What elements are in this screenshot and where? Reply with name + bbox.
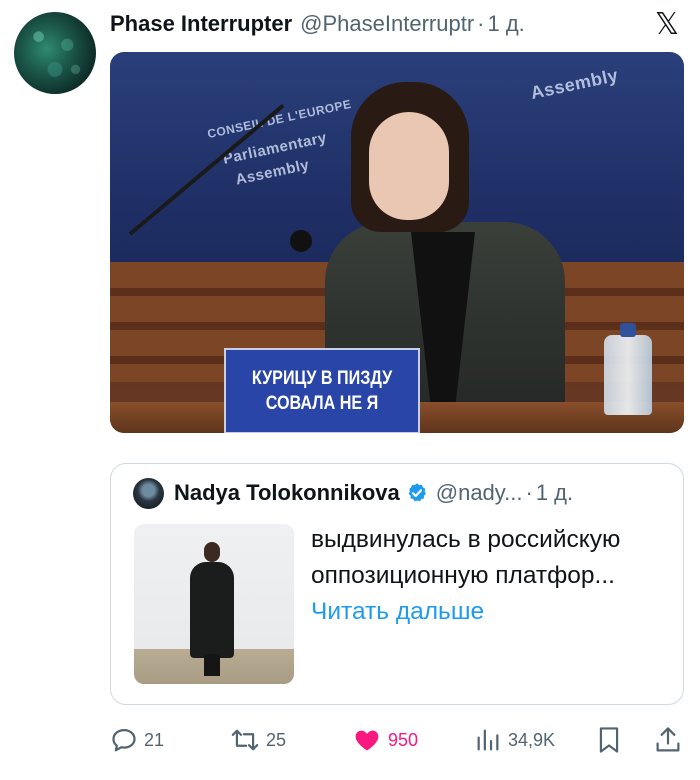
views-icon	[477, 729, 499, 751]
bookmark-button[interactable]	[596, 722, 622, 758]
tweet-card: Phase Interrupter @PhaseInterruptr · 1 д…	[0, 0, 700, 780]
reply-button[interactable]: 21	[110, 722, 164, 758]
tweet-header: Phase Interrupter @PhaseInterruptr · 1 д…	[110, 9, 686, 41]
like-button[interactable]: 950	[352, 722, 418, 758]
share-icon	[656, 727, 680, 752]
repost-count: 25	[266, 729, 287, 750]
nameplate-text: КУРИЦУ В ПИЗДУ СОВАЛА НЕ Я	[251, 368, 393, 414]
quoted-tweet-text: выдвинулась в российскую оппозиционную п…	[311, 522, 661, 630]
author-handle[interactable]: @PhaseInterruptr	[300, 11, 474, 37]
heart-icon	[355, 730, 379, 751]
x-logo-icon[interactable]: 𝕏	[650, 9, 684, 41]
bookmark-icon	[599, 727, 619, 753]
reply-count: 21	[144, 729, 165, 750]
nameplate-sign: КУРИЦУ В ПИЗДУ СОВАЛА НЕ Я	[224, 348, 420, 433]
author-display-name[interactable]: Phase Interrupter	[110, 11, 292, 37]
repost-button[interactable]: 25	[230, 722, 286, 758]
quoted-author-name[interactable]: Nadya Tolokonnikova	[174, 480, 400, 506]
author-avatar[interactable]	[14, 12, 96, 94]
tweet-timestamp[interactable]: 1 д.	[487, 11, 524, 37]
share-button[interactable]	[654, 722, 682, 758]
quoted-tweet-image[interactable]	[134, 524, 294, 684]
quoted-author-handle[interactable]: @nady...	[436, 480, 523, 506]
quoted-tweet[interactable]: Nadya Tolokonnikova @nady... · 1 д. выдв…	[110, 463, 684, 705]
quoted-timestamp[interactable]: 1 д.	[536, 480, 573, 506]
like-count: 950	[388, 729, 419, 750]
quoted-tweet-body: выдвинулась в российскую оппозиционную п…	[311, 526, 621, 589]
verified-badge-icon	[408, 483, 426, 502]
views-button[interactable]: 34,9K	[474, 722, 555, 758]
header-separator: ·	[477, 11, 485, 36]
water-bottle	[604, 323, 652, 415]
views-count: 34,9K	[508, 729, 556, 750]
repost-icon	[231, 729, 259, 751]
quoted-author-avatar[interactable]	[133, 477, 164, 509]
tweet-image[interactable]: CONSEIL DE L'EUROPE Parliamentary Assemb…	[110, 52, 684, 433]
quoted-header-separator: ·	[525, 480, 533, 505]
reply-icon	[112, 728, 136, 752]
read-more-link[interactable]: Читать дальше	[311, 598, 484, 625]
microphone-icon	[290, 230, 312, 252]
tweet-action-bar: 21 25 950 34,9K	[110, 722, 684, 758]
quoted-tweet-header: Nadya Tolokonnikova @nady... · 1 д.	[133, 477, 667, 509]
